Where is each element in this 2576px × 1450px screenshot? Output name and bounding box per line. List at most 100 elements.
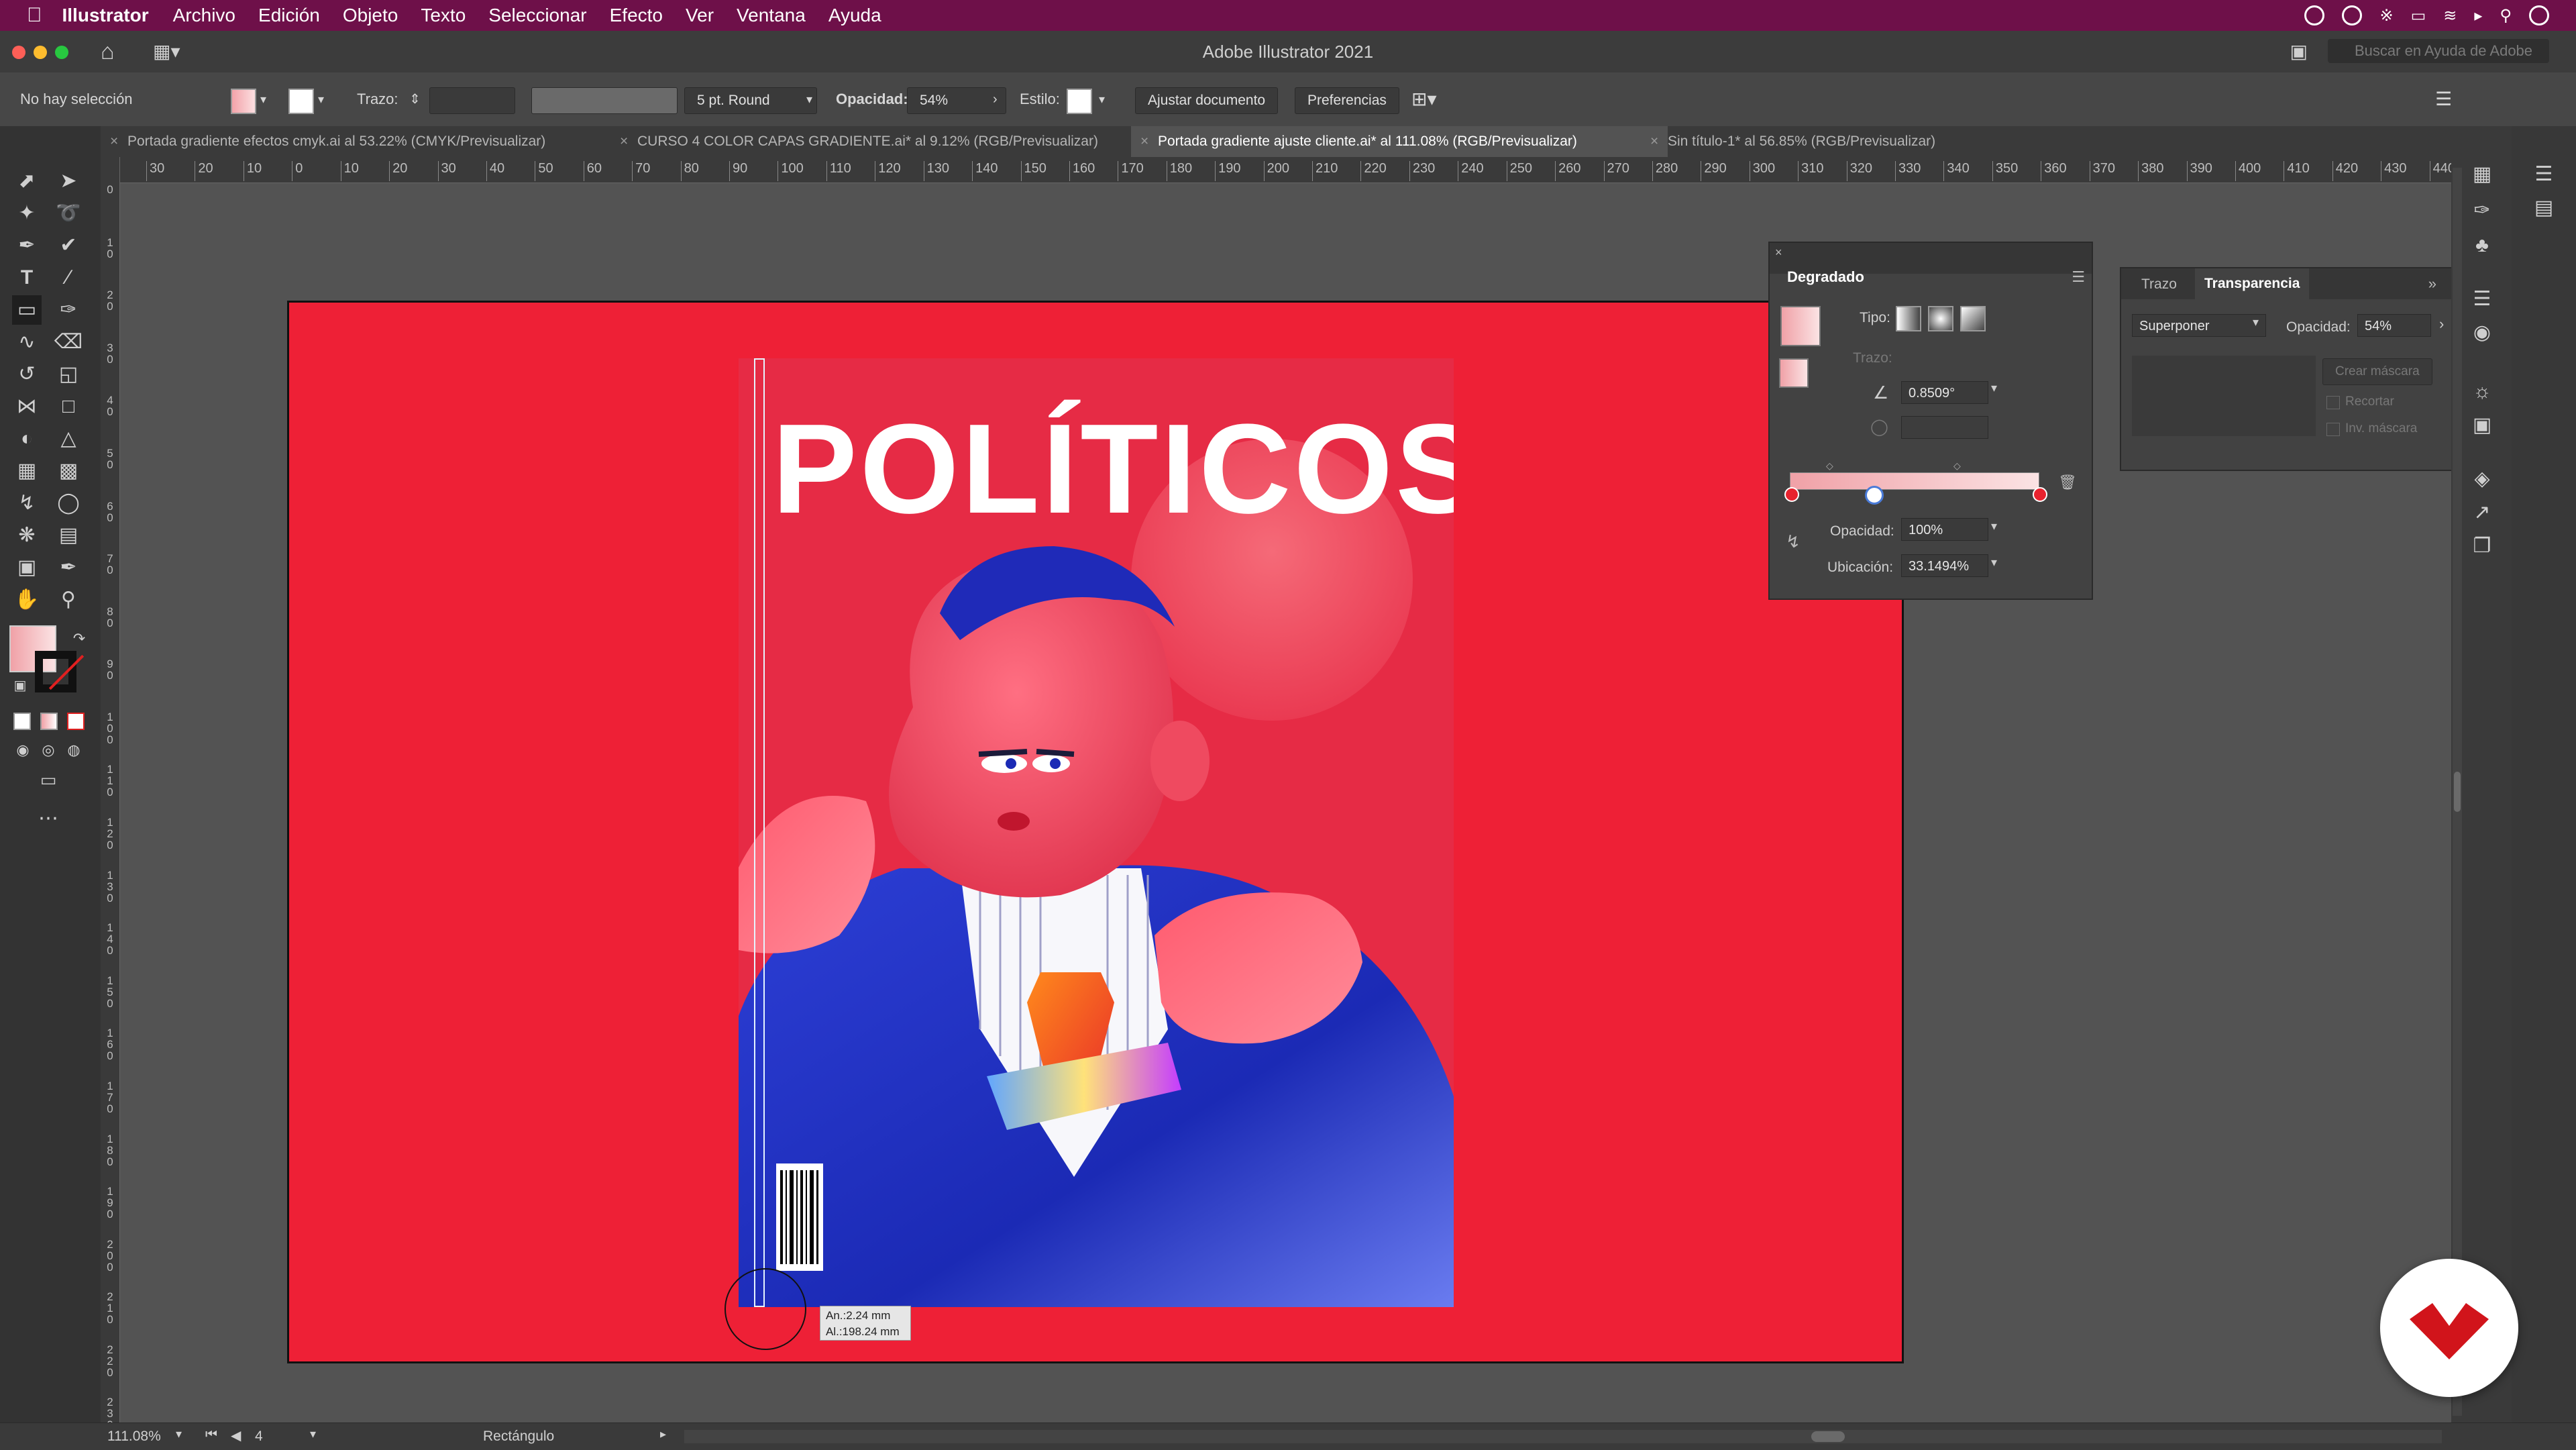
slice-tool-icon[interactable]: ✒ bbox=[54, 553, 83, 582]
variable-width-field[interactable] bbox=[531, 87, 678, 114]
record-icon[interactable] bbox=[2304, 5, 2325, 25]
gradient-preview-swatch[interactable] bbox=[1780, 306, 1821, 346]
previous-artboard-icon[interactable]: ◀ bbox=[231, 1427, 241, 1444]
panel-menu-icon[interactable]: ☰ bbox=[2072, 268, 2085, 286]
comments-icon[interactable]: ▤ bbox=[2529, 193, 2559, 223]
lasso-icon[interactable]: ➰ bbox=[54, 199, 83, 228]
width-tool-icon[interactable]: ⋈ bbox=[12, 392, 42, 421]
blend-mode-select[interactable]: Superponer bbox=[2132, 314, 2266, 337]
menu-ventana[interactable]: Ventana bbox=[737, 5, 806, 26]
free-transform-icon[interactable]: □ bbox=[54, 392, 83, 421]
rectangle-tool-icon[interactable]: ▭ bbox=[12, 295, 42, 325]
perspective-grid-icon[interactable]: △ bbox=[54, 424, 83, 454]
close-icon[interactable]: × bbox=[1775, 246, 1782, 260]
menu-edicion[interactable]: Edición bbox=[258, 5, 320, 26]
bluetooth-icon[interactable]: ※ bbox=[2379, 6, 2393, 25]
eraser-icon[interactable]: ⌫ bbox=[54, 327, 83, 357]
shape-builder-icon[interactable]: ◐ bbox=[12, 424, 42, 454]
menu-ayuda[interactable]: Ayuda bbox=[828, 5, 881, 26]
location-field[interactable]: 33.1494% bbox=[1901, 554, 1988, 577]
libraries-icon[interactable]: ☰ bbox=[2529, 160, 2559, 189]
artboard-number-field[interactable]: 4 bbox=[255, 1429, 263, 1445]
stroke-color-box[interactable] bbox=[35, 651, 85, 692]
blend-tool-icon[interactable]: ◯ bbox=[54, 488, 83, 518]
menu-archivo[interactable]: Archivo bbox=[173, 5, 235, 26]
wifi-icon[interactable]: ≋ bbox=[2443, 6, 2457, 25]
gradient-mode-icon[interactable] bbox=[40, 713, 58, 730]
tab-document-3[interactable]: × Portada gradiente ajuste cliente.ai* al… bbox=[1131, 126, 1668, 157]
vertical-scrollbar[interactable] bbox=[2453, 168, 2462, 1416]
line-tool-icon[interactable]: ∕ bbox=[54, 263, 83, 293]
symbols-icon[interactable]: ♣ bbox=[2467, 231, 2497, 260]
graphic-styles-icon[interactable]: ▣ bbox=[2467, 411, 2497, 440]
fill-swatch[interactable] bbox=[231, 89, 256, 114]
menu-app-name[interactable]: Illustrator bbox=[62, 5, 149, 26]
chevron-right-icon[interactable]: ▸ bbox=[660, 1427, 666, 1441]
close-icon[interactable]: × bbox=[110, 126, 118, 157]
menu-ver[interactable]: Ver bbox=[686, 5, 714, 26]
chevron-down-icon[interactable]: ▾ bbox=[806, 85, 812, 114]
scale-tool-icon[interactable]: ◱ bbox=[54, 360, 83, 389]
menu-objeto[interactable]: Objeto bbox=[343, 5, 398, 26]
color-stop-end[interactable] bbox=[2033, 487, 2047, 502]
selected-rectangle[interactable] bbox=[754, 358, 765, 1307]
panel-title[interactable]: Degradado bbox=[1787, 268, 1864, 286]
type-tool-icon[interactable]: T bbox=[12, 263, 42, 293]
trash-icon[interactable]: 🗑 bbox=[2058, 474, 2077, 491]
cover-title[interactable]: POLÍTICOS® bbox=[772, 405, 1454, 533]
make-mask-button[interactable]: Crear máscara bbox=[2322, 358, 2432, 385]
graphic-style-swatch[interactable] bbox=[1067, 89, 1092, 114]
curvature-tool-icon[interactable]: ✔ bbox=[54, 231, 83, 260]
linear-gradient-button[interactable] bbox=[1896, 306, 1921, 331]
menu-texto[interactable]: Texto bbox=[421, 5, 466, 26]
collapse-panel-icon[interactable]: » bbox=[2428, 275, 2436, 293]
midpoint-diamond-icon[interactable]: ◇ bbox=[1953, 460, 1961, 472]
midpoint-diamond-icon[interactable]: ◇ bbox=[1826, 460, 1833, 472]
horizontal-scrollbar[interactable] bbox=[684, 1430, 2442, 1443]
siri-icon[interactable] bbox=[2529, 5, 2549, 25]
chevron-down-icon[interactable]: ▾ bbox=[1991, 556, 1997, 570]
draw-inside-icon[interactable]: ◍ bbox=[59, 735, 89, 765]
chevron-down-icon[interactable]: ▾ bbox=[1991, 519, 1997, 533]
chevron-down-icon[interactable]: ▾ bbox=[1991, 381, 1997, 395]
gradient-tool-icon[interactable]: ▩ bbox=[54, 456, 83, 486]
hand-tool-icon[interactable]: ✋ bbox=[12, 585, 42, 615]
mesh-tool-icon[interactable]: ▦ bbox=[12, 456, 42, 486]
chevron-down-icon[interactable]: ▾ bbox=[176, 1427, 182, 1441]
shaper-tool-icon[interactable]: ∿ bbox=[12, 327, 42, 357]
aspect-ratio-field[interactable] bbox=[1901, 416, 1988, 439]
arrange-documents-icon[interactable]: ▣ bbox=[2290, 40, 2308, 62]
close-icon[interactable]: × bbox=[1650, 126, 1658, 157]
column-graph-icon[interactable]: ▤ bbox=[54, 521, 83, 550]
chevron-right-icon[interactable]: › bbox=[993, 85, 998, 114]
clip-checkbox[interactable] bbox=[2326, 396, 2340, 409]
magic-wand-icon[interactable]: ✦ bbox=[12, 199, 42, 228]
volume-icon[interactable]: ▸ bbox=[2474, 6, 2482, 25]
color-stop-selected[interactable] bbox=[1864, 486, 1884, 505]
horizontal-ruler[interactable]: 30 20 10 0 10 20 30 40 50 60 70 80 90 100 110 120 130 140… bbox=[119, 157, 2451, 183]
vertical-ruler[interactable]: 0 1 0 2 0 3 0 4 0 5 0 6 0 7 0 8 0 9 0 1 0 0 1 1 0 1 … bbox=[101, 157, 120, 1431]
properties-icon[interactable]: ▦ bbox=[2467, 160, 2497, 189]
artboards-icon[interactable]: ❐ bbox=[2467, 531, 2497, 561]
panel-menu-icon[interactable]: ☰ bbox=[2435, 85, 2452, 114]
chevron-down-icon[interactable]: ▾ bbox=[260, 85, 266, 114]
menu-seleccionar[interactable]: Seleccionar bbox=[488, 5, 586, 26]
stroke-panel-icon[interactable]: ☰ bbox=[2467, 284, 2497, 314]
stroke-swatch[interactable] bbox=[288, 89, 314, 114]
chevron-down-icon[interactable]: ▾ bbox=[1099, 85, 1105, 114]
tab-document-4[interactable]: × Sin título-1* al 56.85% (RGB/Previsuali… bbox=[1641, 126, 2137, 157]
appearance-icon[interactable]: ☼ bbox=[2467, 377, 2497, 407]
stroke-stepper-icon[interactable]: ⇕ bbox=[409, 85, 421, 114]
eyedropper-icon[interactable]: ↯ bbox=[12, 488, 42, 518]
screen-mode-icon[interactable]: ▭ bbox=[34, 765, 63, 794]
artboard-tool-icon[interactable]: ▣ bbox=[12, 553, 42, 582]
stop-opacity-field[interactable]: 100% bbox=[1901, 518, 1988, 541]
close-icon[interactable]: × bbox=[620, 126, 628, 157]
default-colors-icon[interactable]: ▣ bbox=[5, 671, 35, 701]
layers-icon[interactable]: ◈ bbox=[2467, 464, 2497, 494]
zoom-tool-icon[interactable]: ⚲ bbox=[54, 585, 83, 615]
invert-mask-checkbox[interactable] bbox=[2326, 423, 2340, 436]
angle-field[interactable]: 0.8509° bbox=[1901, 381, 1988, 404]
none-mode-icon[interactable] bbox=[67, 713, 85, 730]
color-mode-icon[interactable] bbox=[13, 713, 31, 730]
